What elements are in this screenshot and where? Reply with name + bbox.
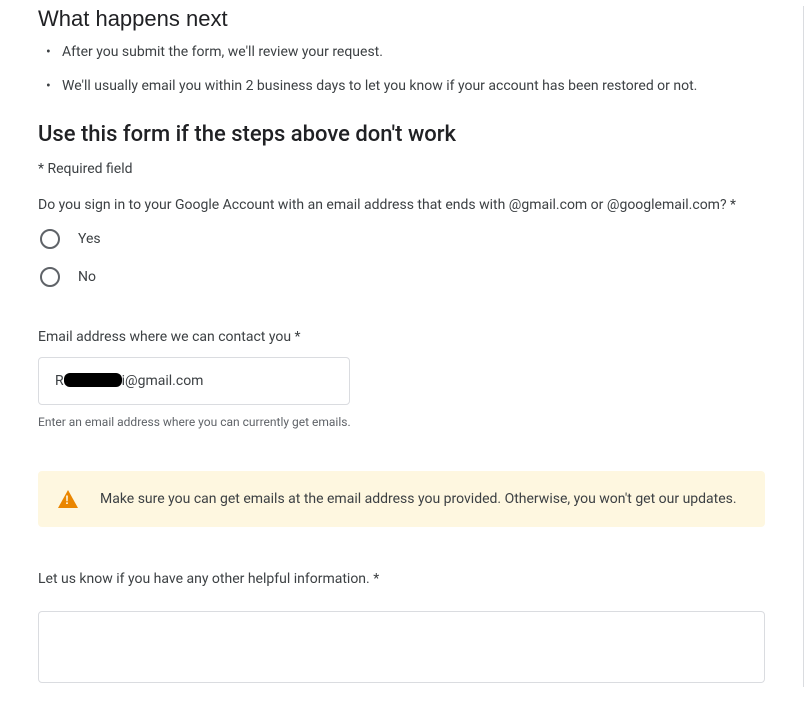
extra-info-textarea[interactable]	[38, 611, 765, 683]
list-item: We'll usually email you within 2 busines…	[44, 76, 765, 96]
radio-circle-icon[interactable]	[40, 267, 60, 287]
warning-banner: Make sure you can get emails at the emai…	[38, 471, 765, 527]
required-field-note: * Required field	[38, 161, 765, 177]
extra-info-block: Let us know if you have any other helpfu…	[38, 571, 765, 687]
contact-email-label: Email address where we can contact you *	[38, 329, 765, 345]
contact-email-helper: Enter an email address where you can cur…	[38, 415, 765, 429]
contact-email-block: Email address where we can contact you *…	[38, 329, 765, 429]
email-prefix: R	[55, 373, 64, 389]
radio-label-no[interactable]: No	[78, 269, 96, 285]
use-this-form-heading: Use this form if the steps above don't w…	[38, 122, 765, 147]
radio-option-no[interactable]: No	[38, 267, 765, 287]
radio-option-yes[interactable]: Yes	[38, 229, 765, 249]
signin-question-text: Do you sign in to your Google Account wi…	[38, 195, 765, 215]
contact-email-input[interactable]: Ri@gmail.com	[38, 357, 350, 405]
form-container: What happens next After you submit the f…	[0, 6, 804, 687]
what-happens-next-list: After you submit the form, we'll review …	[38, 42, 765, 96]
warning-text: Make sure you can get emails at the emai…	[100, 489, 737, 509]
radio-circle-icon[interactable]	[40, 229, 60, 249]
email-suffix: i@gmail.com	[122, 373, 204, 389]
redacted-text	[64, 373, 122, 387]
warning-icon	[58, 490, 78, 508]
extra-info-label: Let us know if you have any other helpfu…	[38, 571, 765, 587]
what-happens-next-heading: What happens next	[38, 6, 765, 32]
list-item: After you submit the form, we'll review …	[44, 42, 765, 62]
radio-label-yes[interactable]: Yes	[78, 231, 101, 247]
